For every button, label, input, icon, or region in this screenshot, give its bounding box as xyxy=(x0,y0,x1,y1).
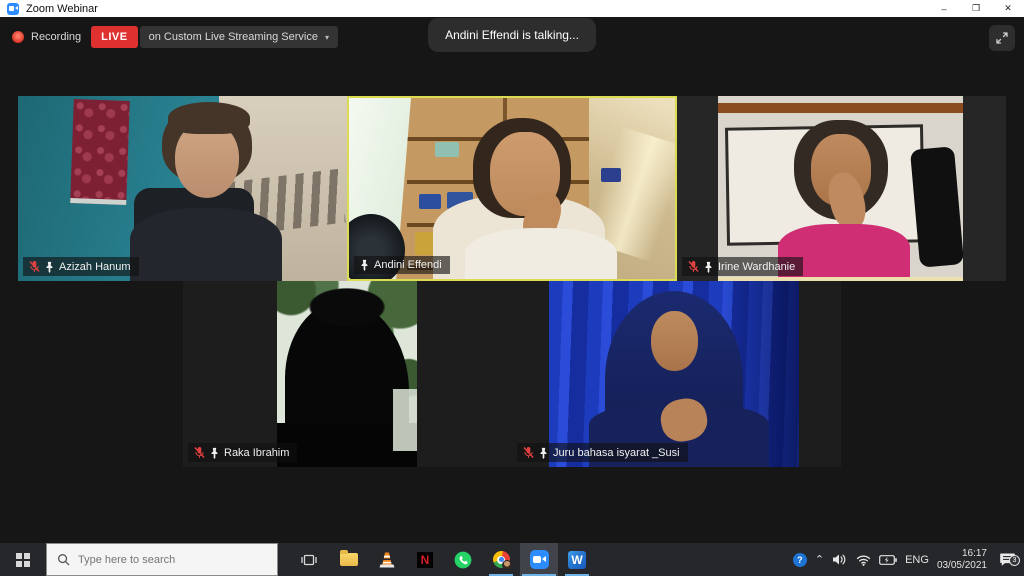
window-titlebar: Zoom Webinar – ❐ ✕ xyxy=(0,0,1024,17)
time: 16:17 xyxy=(937,548,987,560)
recording-indicator-icon xyxy=(12,31,24,43)
recording-controls: Recording LIVE on Custom Live Streaming … xyxy=(12,26,338,48)
muted-mic-icon xyxy=(688,260,699,273)
video-feed xyxy=(349,98,675,279)
decor xyxy=(910,146,963,267)
muted-mic-icon xyxy=(523,446,534,459)
muted-mic-icon xyxy=(29,260,40,273)
participant-name: Andini Effendi xyxy=(374,259,442,271)
decor xyxy=(303,285,391,329)
decor xyxy=(718,103,963,113)
video-tile-raka[interactable]: Raka Ibrahim xyxy=(183,281,512,467)
wifi-icon[interactable] xyxy=(856,554,871,566)
minimize-button[interactable]: – xyxy=(928,0,960,17)
windows-taskbar: N W xyxy=(0,543,1024,576)
video-tile-irine[interactable]: Irine Wardhanie xyxy=(677,96,1006,281)
volume-icon[interactable] xyxy=(832,553,848,566)
live-badge: LIVE xyxy=(91,26,137,48)
window-title: Zoom Webinar xyxy=(26,3,98,15)
notification-count-badge: 3 xyxy=(1009,555,1020,566)
decor xyxy=(168,102,250,134)
decor xyxy=(651,311,698,371)
hidden-icons-chevron[interactable]: ⌃ xyxy=(815,555,824,565)
video-tile-susi[interactable]: Juru bahasa isyarat _Susi xyxy=(512,281,841,467)
participant-name-tag: Juru bahasa isyarat _Susi xyxy=(517,443,688,462)
taskbar-zoom[interactable] xyxy=(520,543,558,576)
participant-name-tag: Raka Ibrahim xyxy=(188,443,297,462)
action-center-button[interactable]: 3 xyxy=(995,552,1019,567)
participant-name: Irine Wardhanie xyxy=(718,261,795,273)
zoom-webinar-window: Zoom Webinar – ❐ ✕ Recording LIVE on Cus… xyxy=(0,0,1024,576)
photo-frame-decor xyxy=(601,168,621,182)
decor xyxy=(393,389,417,451)
window-controls: – ❐ ✕ xyxy=(928,0,1024,17)
taskbar-whatsapp[interactable] xyxy=(444,543,482,576)
caret-down-icon: ▾ xyxy=(325,33,329,42)
participant-name-tag: Andini Effendi xyxy=(354,256,450,274)
participant-name: Azizah Hanum xyxy=(59,261,131,273)
video-tile-azizah[interactable]: Azizah Hanum xyxy=(18,96,347,281)
participant-name: Raka Ibrahim xyxy=(224,447,289,459)
start-button[interactable] xyxy=(0,543,46,576)
expand-icon xyxy=(995,31,1009,45)
vlc-icon xyxy=(378,551,396,568)
search-icon xyxy=(57,553,70,566)
taskbar-file-explorer[interactable] xyxy=(330,543,368,576)
zoom-icon xyxy=(530,550,549,569)
windows-logo-icon xyxy=(16,553,30,567)
video-feed xyxy=(277,281,417,467)
streaming-service-dropdown[interactable]: on Custom Live Streaming Service ▾ xyxy=(140,26,338,48)
decor xyxy=(465,228,617,279)
streaming-service-label: on Custom Live Streaming Service xyxy=(149,31,318,43)
chrome-icon xyxy=(493,551,510,568)
zoom-app-icon xyxy=(7,3,19,15)
system-tray: ? ⌃ ENG 16:17 03/05/2021 xyxy=(793,543,1024,576)
participant-name-tag: Irine Wardhanie xyxy=(682,257,803,276)
search-input[interactable] xyxy=(78,554,248,566)
video-feed xyxy=(549,281,799,467)
fullscreen-button[interactable] xyxy=(989,25,1015,51)
battery-charging-icon[interactable] xyxy=(879,555,897,565)
video-feed xyxy=(718,96,963,281)
clock[interactable]: 16:17 03/05/2021 xyxy=(937,548,987,571)
taskbar-search-box[interactable] xyxy=(46,543,278,576)
taskbar-netflix[interactable]: N xyxy=(406,543,444,576)
file-explorer-icon xyxy=(340,553,358,566)
photo-frame-decor xyxy=(435,142,459,157)
pin-icon xyxy=(704,261,713,273)
pin-icon xyxy=(210,447,219,459)
taskbar-word[interactable]: W xyxy=(558,543,596,576)
participant-name-tag: Azizah Hanum xyxy=(23,257,139,276)
word-icon: W xyxy=(568,551,586,569)
get-help-tray-icon[interactable]: ? xyxy=(793,553,807,567)
netflix-icon: N xyxy=(417,552,433,568)
video-tile-andini[interactable]: Andini Effendi xyxy=(347,96,677,281)
language-indicator[interactable]: ENG xyxy=(905,554,929,566)
whatsapp-icon xyxy=(454,551,472,569)
photo-frame-decor xyxy=(419,194,441,209)
pinned-apps: N W xyxy=(330,543,596,576)
decor xyxy=(130,208,282,281)
pin-icon xyxy=(360,259,369,271)
participant-name: Juru bahasa isyarat _Susi xyxy=(553,447,680,459)
pin-icon xyxy=(539,447,548,459)
taskbar-vlc[interactable] xyxy=(368,543,406,576)
meeting-stage: Recording LIVE on Custom Live Streaming … xyxy=(0,17,1024,543)
muted-mic-icon xyxy=(194,446,205,459)
task-view-button[interactable] xyxy=(288,543,330,576)
taskbar-chrome[interactable] xyxy=(482,543,520,576)
recording-label: Recording xyxy=(31,31,81,43)
task-view-icon xyxy=(301,553,317,567)
poster-decor xyxy=(70,99,130,205)
pin-icon xyxy=(45,261,54,273)
video-feed xyxy=(18,96,347,281)
speaking-toast: Andini Effendi is talking... xyxy=(428,18,596,52)
restore-button[interactable]: ❐ xyxy=(960,0,992,17)
close-button[interactable]: ✕ xyxy=(992,0,1024,17)
date: 03/05/2021 xyxy=(937,560,987,572)
chrome-profile-avatar xyxy=(502,560,512,570)
